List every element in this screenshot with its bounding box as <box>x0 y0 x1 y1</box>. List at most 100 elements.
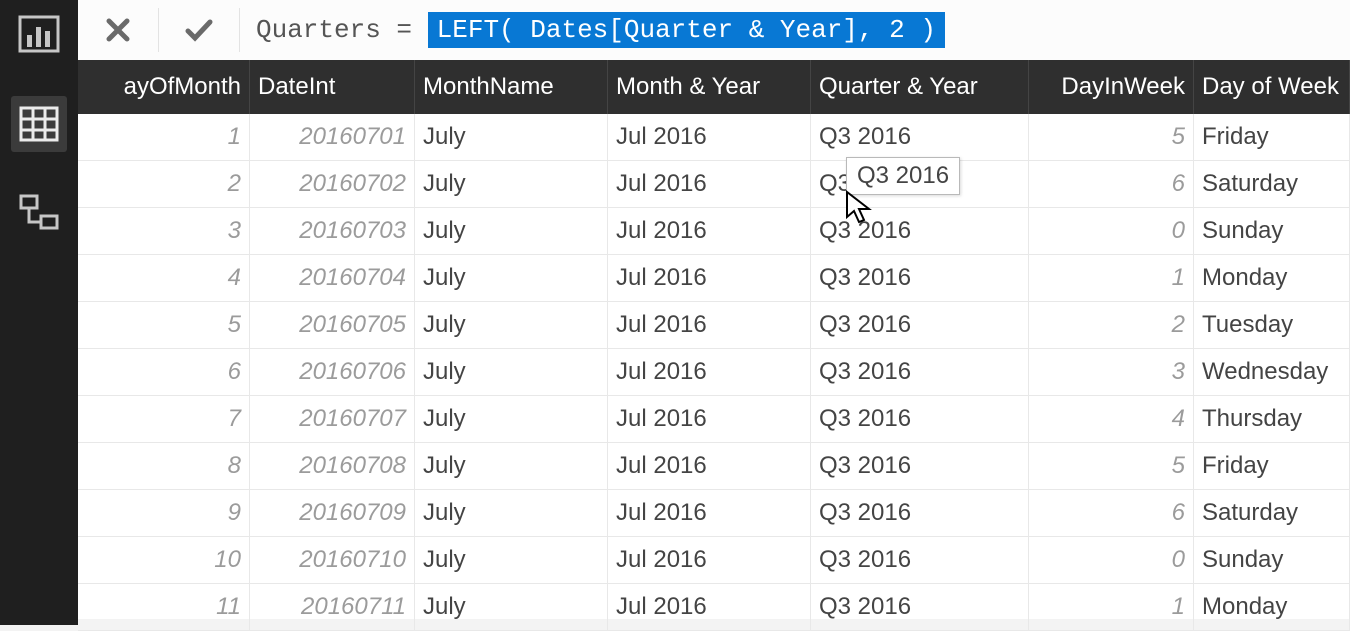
cell-dow[interactable]: Sunday <box>1194 208 1350 254</box>
cell-monthname[interactable]: July <box>415 537 608 583</box>
cell-dayofmonth[interactable]: 2 <box>78 161 250 207</box>
cell-monthyear[interactable]: Jul 2016 <box>608 302 811 348</box>
cell-dayinweek[interactable]: 6 <box>1029 161 1194 207</box>
cell-dow[interactable]: Tuesday <box>1194 302 1350 348</box>
col-header-dayofmonth[interactable]: ayOfMonth <box>78 60 250 114</box>
cell-monthyear[interactable]: Jul 2016 <box>608 584 811 630</box>
cell-monthname[interactable]: July <box>415 302 608 348</box>
cell-dow[interactable]: Friday <box>1194 114 1350 160</box>
cell-monthname[interactable]: July <box>415 396 608 442</box>
table-row[interactable]: 220160702JulyJul 2016Q3 20166Saturday <box>78 161 1350 208</box>
cell-quarteryear[interactable]: Q3 2016 <box>811 396 1029 442</box>
col-header-monthyear[interactable]: Month & Year <box>608 60 811 114</box>
cell-dayinweek[interactable]: 3 <box>1029 349 1194 395</box>
cell-dow[interactable]: Thursday <box>1194 396 1350 442</box>
cell-quarteryear[interactable]: Q3 2016 <box>811 302 1029 348</box>
cell-dayinweek[interactable]: 4 <box>1029 396 1194 442</box>
cell-dayinweek[interactable]: 6 <box>1029 490 1194 536</box>
cell-monthyear[interactable]: Jul 2016 <box>608 349 811 395</box>
cell-quarteryear[interactable]: Q3 2016 <box>811 349 1029 395</box>
accept-formula-button[interactable] <box>159 0 239 60</box>
cell-dayofmonth[interactable]: 6 <box>78 349 250 395</box>
report-view-button[interactable] <box>11 6 67 62</box>
cell-dayofmonth[interactable]: 9 <box>78 490 250 536</box>
cell-dateint[interactable]: 20160710 <box>250 537 415 583</box>
cell-monthname[interactable]: July <box>415 255 608 301</box>
cell-dayinweek[interactable]: 1 <box>1029 255 1194 301</box>
cell-monthyear[interactable]: Jul 2016 <box>608 255 811 301</box>
cell-dateint[interactable]: 20160708 <box>250 443 415 489</box>
cell-quarteryear[interactable]: Q3 2016 <box>811 208 1029 254</box>
cell-dayofmonth[interactable]: 1 <box>78 114 250 160</box>
cell-quarteryear[interactable]: Q3 2016 <box>811 114 1029 160</box>
cell-dayofmonth[interactable]: 10 <box>78 537 250 583</box>
table-row[interactable]: 120160701JulyJul 2016Q3 20165Friday <box>78 114 1350 161</box>
cell-dow[interactable]: Sunday <box>1194 537 1350 583</box>
cell-monthyear[interactable]: Jul 2016 <box>608 114 811 160</box>
col-header-monthname[interactable]: MonthName <box>415 60 608 114</box>
cell-dow[interactable]: Wednesday <box>1194 349 1350 395</box>
cell-dow[interactable]: Monday <box>1194 584 1350 630</box>
cell-dayofmonth[interactable]: 4 <box>78 255 250 301</box>
cell-monthname[interactable]: July <box>415 490 608 536</box>
col-header-dayinweek[interactable]: DayInWeek <box>1029 60 1194 114</box>
col-header-dateint[interactable]: DateInt <box>250 60 415 114</box>
cell-dateint[interactable]: 20160705 <box>250 302 415 348</box>
cell-monthname[interactable]: July <box>415 349 608 395</box>
cell-monthyear[interactable]: Jul 2016 <box>608 396 811 442</box>
cell-dateint[interactable]: 20160703 <box>250 208 415 254</box>
cell-dateint[interactable]: 20160711 <box>250 584 415 630</box>
cell-dayinweek[interactable]: 0 <box>1029 537 1194 583</box>
cell-dateint[interactable]: 20160707 <box>250 396 415 442</box>
table-row[interactable]: 820160708JulyJul 2016Q3 20165Friday <box>78 443 1350 490</box>
cell-dateint[interactable]: 20160701 <box>250 114 415 160</box>
cell-dow[interactable]: Saturday <box>1194 161 1350 207</box>
table-row[interactable]: 320160703JulyJul 2016Q3 20160Sunday <box>78 208 1350 255</box>
cell-dayofmonth[interactable]: 8 <box>78 443 250 489</box>
cell-quarteryear[interactable]: Q3 2016 <box>811 537 1029 583</box>
data-grid[interactable]: 120160701JulyJul 2016Q3 20165Friday22016… <box>78 114 1350 619</box>
cell-monthname[interactable]: July <box>415 584 608 630</box>
cell-quarteryear[interactable]: Q3 2016 <box>811 584 1029 630</box>
cell-dayinweek[interactable]: 1 <box>1029 584 1194 630</box>
table-row[interactable]: 1020160710JulyJul 2016Q3 20160Sunday <box>78 537 1350 584</box>
cell-dow[interactable]: Saturday <box>1194 490 1350 536</box>
cell-monthyear[interactable]: Jul 2016 <box>608 443 811 489</box>
table-row[interactable]: 1120160711JulyJul 2016Q3 20161Monday <box>78 584 1350 631</box>
cell-monthname[interactable]: July <box>415 443 608 489</box>
cell-quarteryear[interactable]: Q3 2016 <box>811 443 1029 489</box>
table-row[interactable]: 620160706JulyJul 2016Q3 20163Wednesday <box>78 349 1350 396</box>
cell-dayofmonth[interactable]: 11 <box>78 584 250 630</box>
cancel-formula-button[interactable] <box>78 0 158 60</box>
cell-dow[interactable]: Friday <box>1194 443 1350 489</box>
cell-monthname[interactable]: July <box>415 208 608 254</box>
table-row[interactable]: 420160704JulyJul 2016Q3 20161Monday <box>78 255 1350 302</box>
table-row[interactable]: 720160707JulyJul 2016Q3 20164Thursday <box>78 396 1350 443</box>
cell-monthyear[interactable]: Jul 2016 <box>608 490 811 536</box>
cell-dateint[interactable]: 20160702 <box>250 161 415 207</box>
cell-quarteryear[interactable]: Q3 2016 <box>811 490 1029 536</box>
cell-dayinweek[interactable]: 5 <box>1029 443 1194 489</box>
formula-input[interactable]: Quarters = LEFT( Dates[Quarter & Year], … <box>240 0 1350 60</box>
cell-dayinweek[interactable]: 5 <box>1029 114 1194 160</box>
table-row[interactable]: 920160709JulyJul 2016Q3 20166Saturday <box>78 490 1350 537</box>
cell-quarteryear[interactable]: Q3 2016 <box>811 255 1029 301</box>
cell-monthname[interactable]: July <box>415 161 608 207</box>
cell-dateint[interactable]: 20160709 <box>250 490 415 536</box>
cell-dow[interactable]: Monday <box>1194 255 1350 301</box>
cell-dayinweek[interactable]: 0 <box>1029 208 1194 254</box>
col-header-dow[interactable]: Day of Week <box>1194 60 1350 114</box>
col-header-quarteryear[interactable]: Quarter & Year <box>811 60 1029 114</box>
cell-monthyear[interactable]: Jul 2016 <box>608 208 811 254</box>
cell-monthyear[interactable]: Jul 2016 <box>608 537 811 583</box>
cell-dayinweek[interactable]: 2 <box>1029 302 1194 348</box>
cell-dayofmonth[interactable]: 7 <box>78 396 250 442</box>
cell-dateint[interactable]: 20160704 <box>250 255 415 301</box>
cell-dayofmonth[interactable]: 5 <box>78 302 250 348</box>
cell-dateint[interactable]: 20160706 <box>250 349 415 395</box>
table-row[interactable]: 520160705JulyJul 2016Q3 20162Tuesday <box>78 302 1350 349</box>
cell-monthname[interactable]: July <box>415 114 608 160</box>
cell-dayofmonth[interactable]: 3 <box>78 208 250 254</box>
model-view-button[interactable] <box>11 186 67 242</box>
cell-monthyear[interactable]: Jul 2016 <box>608 161 811 207</box>
